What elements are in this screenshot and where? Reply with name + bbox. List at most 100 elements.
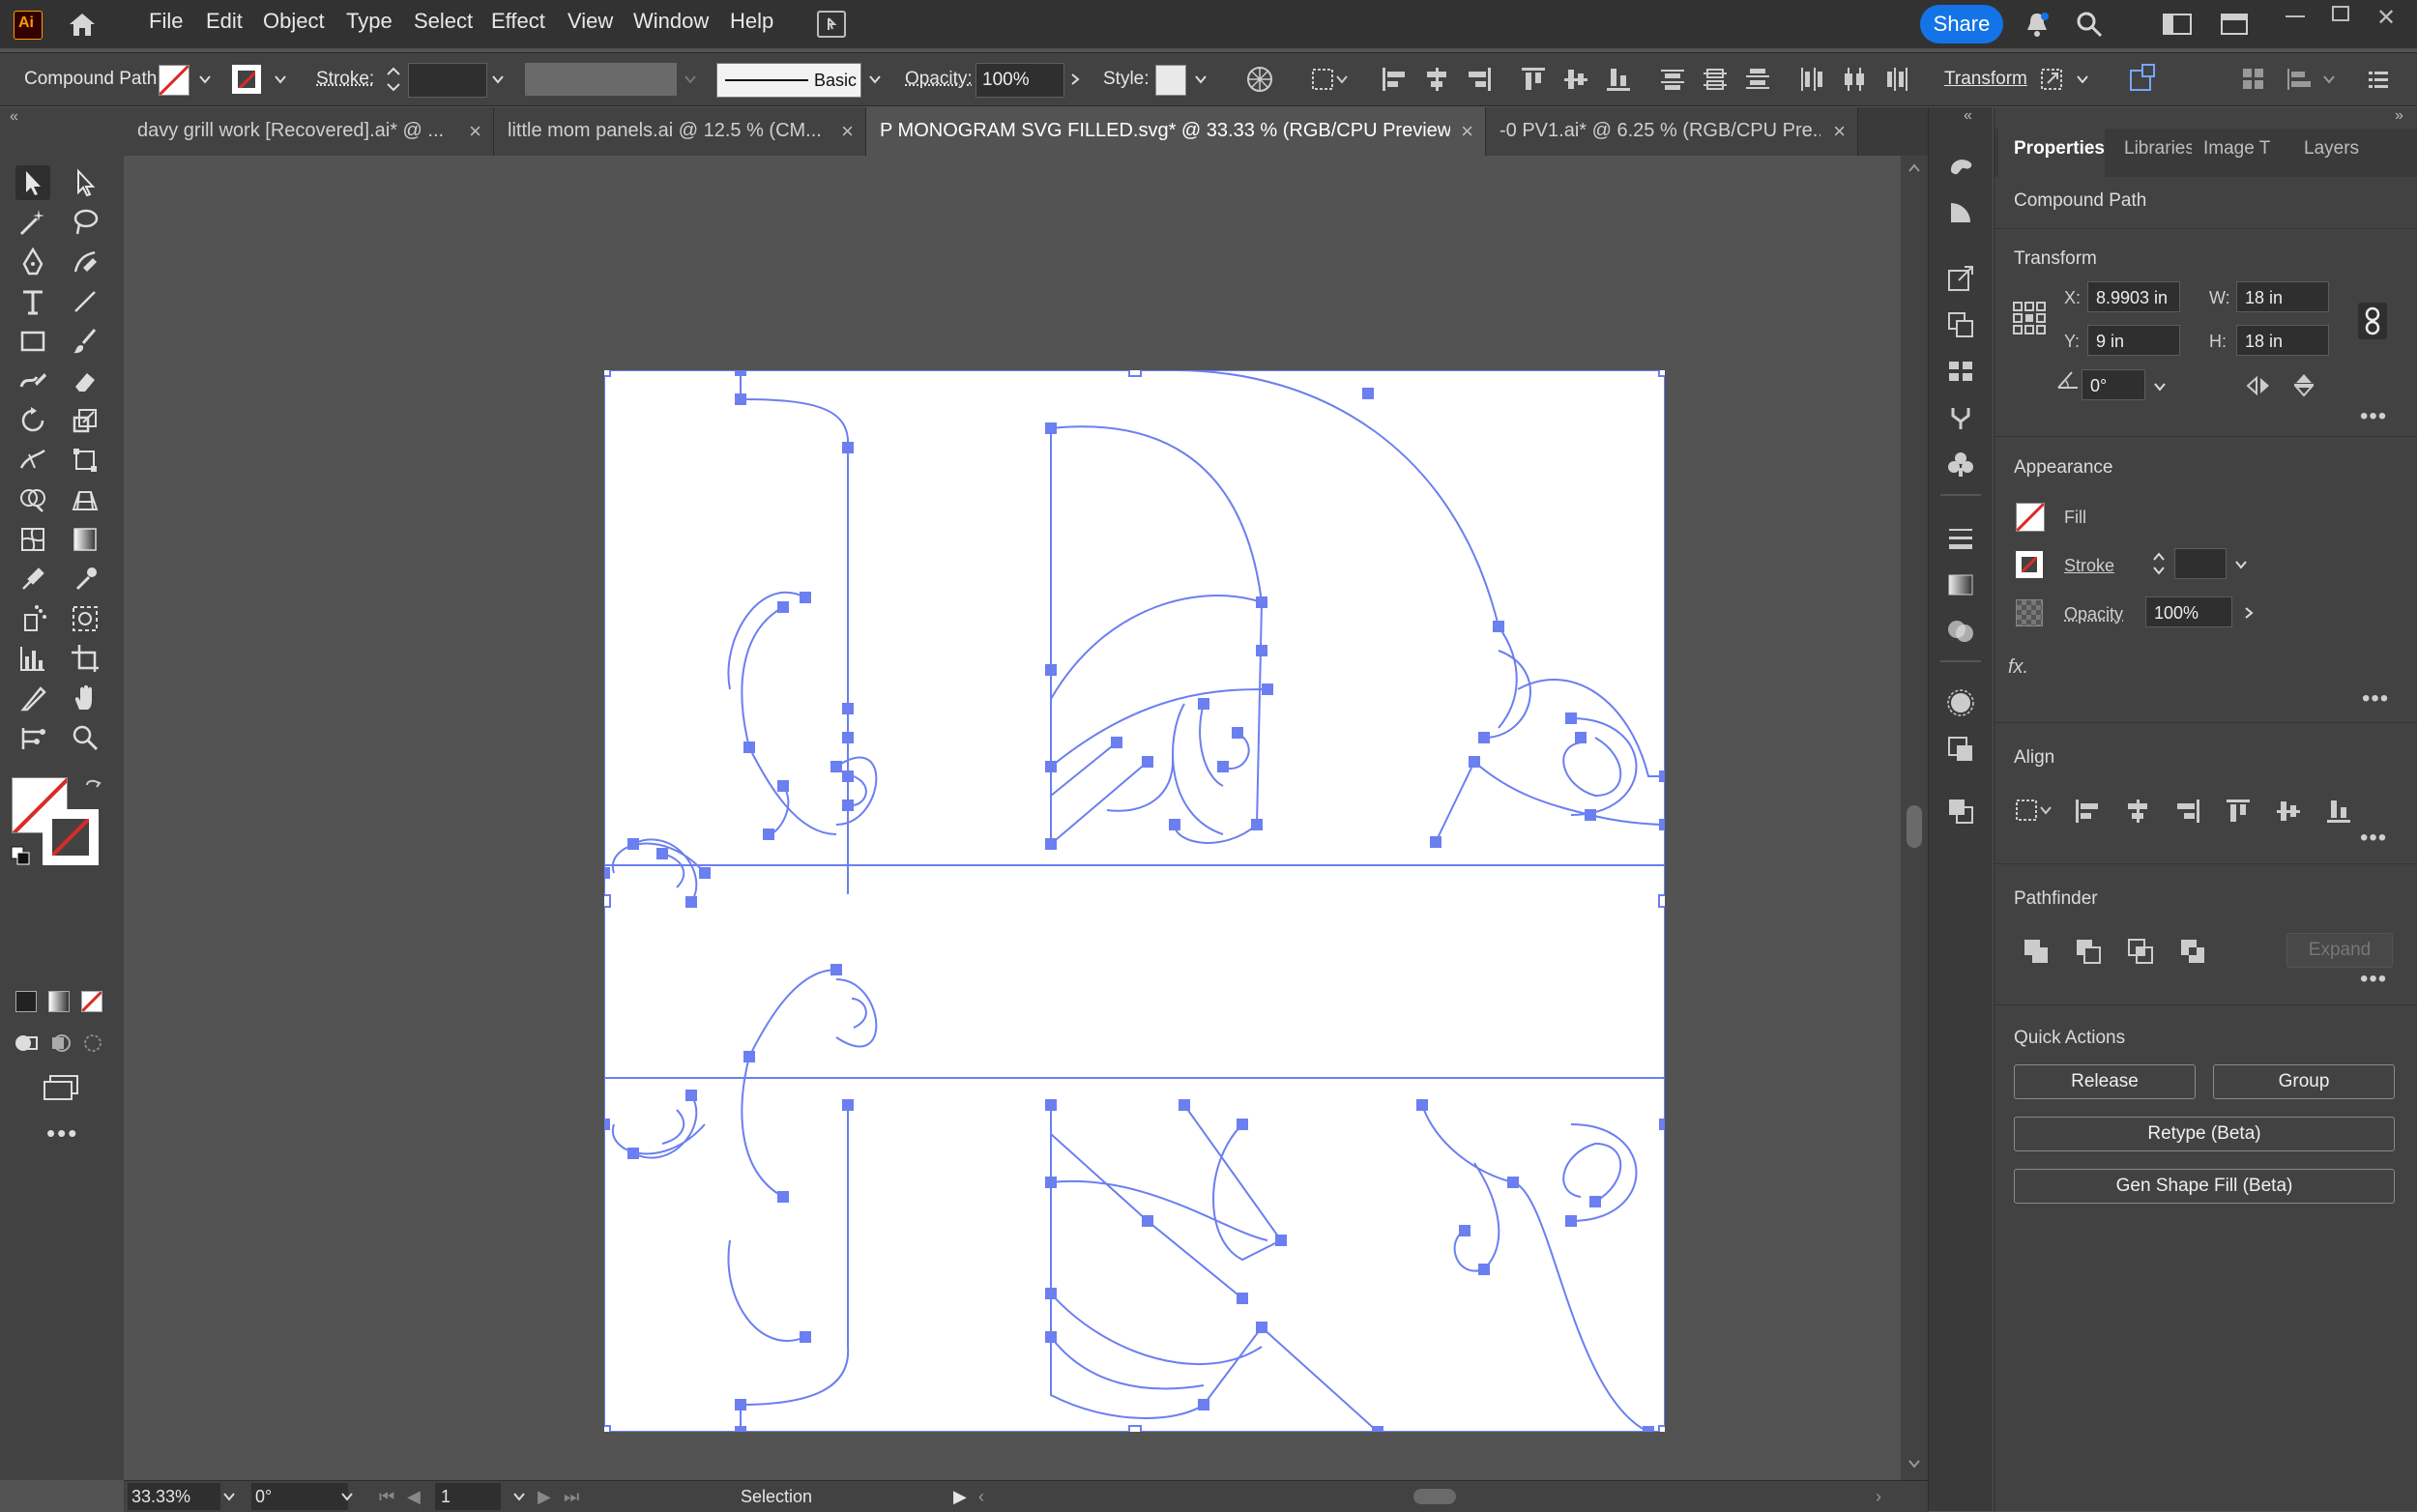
zoom-field[interactable]: 33.33% <box>128 1483 220 1510</box>
window-minimize-icon[interactable] <box>2286 15 2305 17</box>
curvature-tool-icon[interactable] <box>68 245 102 279</box>
retype-beta-button[interactable]: Retype (Beta) <box>2014 1117 2395 1151</box>
scroll-right-icon[interactable]: › <box>1876 1487 1881 1507</box>
screen-mode-icon[interactable] <box>43 1074 79 1101</box>
transform-link[interactable]: Transform <box>1944 69 2027 90</box>
direct-selection-tool-icon[interactable] <box>68 165 102 200</box>
eraser-tool-icon[interactable] <box>68 363 102 398</box>
stroke-panel-icon[interactable] <box>1945 523 1976 554</box>
recolor-artwork-icon[interactable] <box>1245 65 1274 94</box>
menu-type[interactable]: Type <box>346 9 393 34</box>
menu-object[interactable]: Object <box>263 9 325 34</box>
opacity-arrow-icon[interactable] <box>1068 73 1082 86</box>
menu-file[interactable]: File <box>149 9 183 34</box>
panel-tab-properties[interactable]: Properties <box>2014 138 2105 160</box>
pathfinder-intersect-icon[interactable] <box>2126 937 2155 966</box>
brush-dropdown-icon[interactable] <box>868 73 882 86</box>
graphic-style-swatch[interactable] <box>1155 65 1186 96</box>
fill-dropdown-icon[interactable] <box>198 73 212 86</box>
swap-fill-stroke-icon[interactable] <box>83 777 104 799</box>
align-panel-dropdown-icon[interactable] <box>2322 73 2336 86</box>
isolate-object-icon[interactable] <box>2127 63 2158 94</box>
gradient-mode-icon[interactable] <box>48 991 70 1012</box>
distribute-bottom-icon[interactable] <box>1744 66 1771 93</box>
color-mode-icon[interactable] <box>15 991 37 1012</box>
type-tool-icon[interactable] <box>15 284 50 319</box>
transform-reference-icon[interactable] <box>2038 66 2065 93</box>
align-top-icon[interactable] <box>1520 66 1547 93</box>
home-icon[interactable] <box>68 12 97 37</box>
tab-p-monogram[interactable]: P MONOGRAM SVG FILLED.svg* @ 33.33 % (RG… <box>866 107 1486 156</box>
stroke-label[interactable]: Stroke <box>2064 556 2114 576</box>
scroll-up-icon[interactable] <box>1907 161 1921 175</box>
h-field[interactable]: 18 in <box>2236 325 2329 356</box>
menu-window[interactable]: Window <box>633 9 709 34</box>
menu-effect[interactable]: Effect <box>491 9 545 34</box>
graphic-style-dropdown-icon[interactable] <box>1194 73 1208 86</box>
align-left-icon[interactable] <box>2074 798 2101 825</box>
transform-dropdown-icon[interactable] <box>2076 73 2089 86</box>
selection-tool-icon[interactable] <box>15 165 50 200</box>
rotation-angle-field[interactable]: 0° <box>2082 369 2145 400</box>
swatches-icon[interactable] <box>1945 356 1976 387</box>
align-right-icon[interactable] <box>2174 798 2201 825</box>
appearance-opacity-field[interactable]: 100% <box>2145 596 2232 627</box>
scroll-down-icon[interactable] <box>1907 1457 1921 1470</box>
pathfinder-unite-icon[interactable] <box>2022 937 2051 966</box>
panel-layout-icon[interactable] <box>2221 14 2248 35</box>
artboard-dropdown-icon[interactable] <box>512 1490 526 1503</box>
pathfinder-exclude-icon[interactable] <box>2178 937 2207 966</box>
artboard-tool-icon[interactable] <box>68 641 102 676</box>
appearance-fill-swatch[interactable] <box>2016 503 2045 532</box>
align-left-icon[interactable] <box>1381 66 1408 93</box>
align-right-icon[interactable] <box>1466 66 1493 93</box>
panel-tab-image-trace[interactable]: Image T <box>2203 138 2270 160</box>
mesh-tool-icon[interactable] <box>15 522 50 557</box>
search-icon[interactable] <box>2076 11 2103 38</box>
stroke-weight-field[interactable] <box>2174 548 2227 579</box>
column-graph-tool-icon[interactable] <box>15 641 50 676</box>
close-icon[interactable]: × <box>1461 119 1473 144</box>
menu-edit[interactable]: Edit <box>206 9 243 34</box>
w-field[interactable]: 18 in <box>2236 281 2329 312</box>
appearance-stroke-swatch[interactable] <box>2016 551 2043 578</box>
zoom-dropdown-icon[interactable] <box>222 1490 236 1503</box>
distribute-left-icon[interactable] <box>1798 66 1825 93</box>
last-artboard-icon[interactable]: ⏭ <box>564 1487 579 1507</box>
scroll-thumb[interactable] <box>1907 805 1922 848</box>
flip-vertical-icon[interactable] <box>2292 372 2315 397</box>
align-vertical-center-icon[interactable] <box>2275 798 2302 825</box>
perspective-grid-tool-icon[interactable] <box>68 482 102 517</box>
rotation-dropdown-icon[interactable] <box>340 1490 354 1503</box>
layers-strip-icon[interactable] <box>1945 796 1976 827</box>
image-trace-tool-icon[interactable] <box>68 601 102 636</box>
width-tool-icon[interactable] <box>15 443 50 478</box>
align-bottom-icon[interactable] <box>2325 798 2352 825</box>
first-artboard-icon[interactable]: ⏮ <box>379 1487 394 1507</box>
opacity-label[interactable]: Opacity: <box>905 69 973 90</box>
align-horizontal-center-icon[interactable] <box>2124 798 2151 825</box>
shaper-tool-icon[interactable] <box>15 363 50 398</box>
share-button[interactable]: Share <box>1920 5 2003 44</box>
menu-help[interactable]: Help <box>730 9 773 34</box>
arrange-icon[interactable] <box>2241 67 2266 92</box>
close-icon[interactable]: × <box>1833 119 1846 144</box>
previous-artboard-icon[interactable]: ◀ <box>407 1487 421 1507</box>
opacity-arrow-icon[interactable] <box>2242 606 2256 620</box>
color-guide-icon[interactable] <box>1945 151 1976 182</box>
opacity-field[interactable]: 100% <box>976 63 1064 98</box>
symbol-sprayer-tool-icon[interactable] <box>15 601 50 636</box>
stroke-weight-dropdown-icon[interactable] <box>2234 558 2248 571</box>
align-top-icon[interactable] <box>2225 798 2252 825</box>
appearance-panel-icon[interactable] <box>1945 687 1976 718</box>
draw-inside-icon[interactable] <box>81 1032 104 1055</box>
fill-swatch[interactable] <box>159 65 189 96</box>
graphic-styles-icon[interactable] <box>1945 734 1976 765</box>
panel-tab-libraries[interactable]: Libraries <box>2124 138 2192 160</box>
export-icon[interactable] <box>1945 263 1976 294</box>
monogram-artwork[interactable] <box>604 370 1665 1432</box>
scale-tool-icon[interactable] <box>68 403 102 438</box>
stroke-weight-stepper[interactable] <box>383 63 404 96</box>
fx-label[interactable]: fx. <box>2008 656 2028 679</box>
close-icon[interactable]: × <box>841 119 854 144</box>
